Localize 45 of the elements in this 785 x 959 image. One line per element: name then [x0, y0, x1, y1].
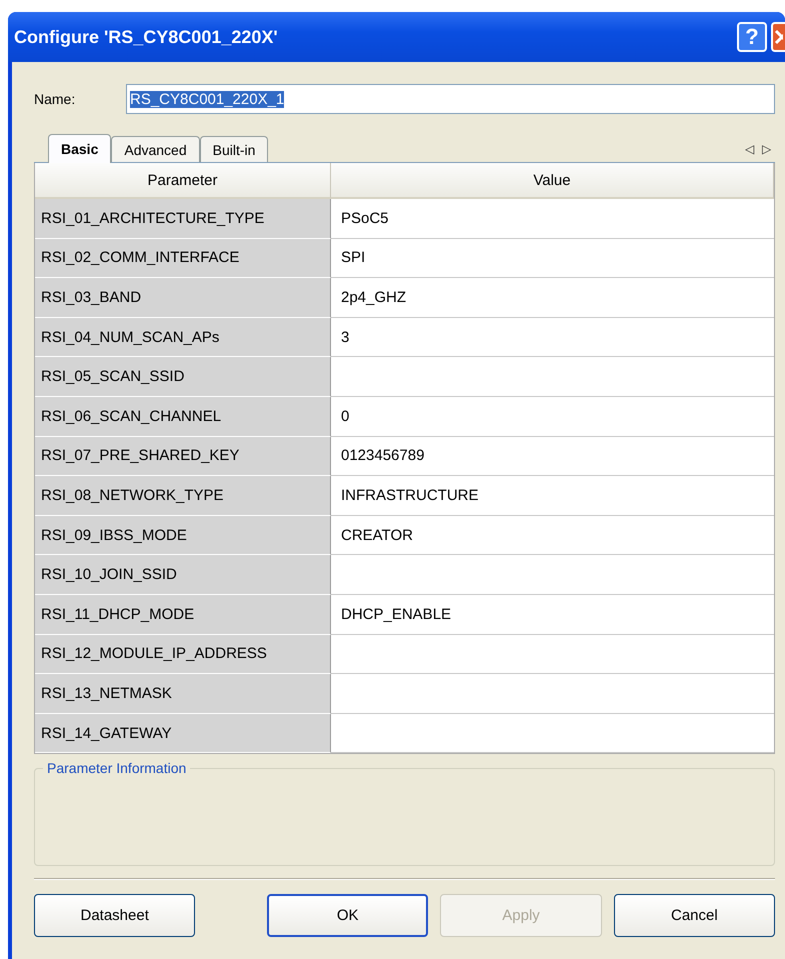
parameter-cell: RSI_06_SCAN_CHANNEL [35, 396, 331, 437]
value-cell[interactable] [331, 555, 774, 595]
column-header[interactable]: Parameter [35, 163, 331, 199]
value-cell[interactable]: 2p4_GHZ [331, 278, 774, 318]
close-button[interactable] [771, 22, 785, 52]
parameter-cell: RSI_03_BAND [35, 278, 331, 318]
scroll-left-button[interactable]: ◁ [741, 142, 758, 156]
scroll-right-button[interactable]: ▷ [758, 142, 775, 156]
help-button[interactable]: ? [737, 22, 767, 52]
parameter-cell: RSI_14_GATEWAY [35, 714, 331, 754]
parameter-cell: RSI_12_MODULE_IP_ADDRESS [35, 634, 331, 674]
group-title: Parameter Information [46, 760, 188, 776]
parameter-cell: RSI_09_IBSS_MODE [35, 516, 331, 556]
value-cell[interactable]: INFRASTRUCTURE [331, 476, 774, 516]
parameter-cell: RSI_07_PRE_SHARED_KEY [35, 436, 331, 476]
parameter-cell: RSI_04_NUM_SCAN_APs [35, 318, 331, 358]
parameter-cell: RSI_11_DHCP_MODE [35, 594, 331, 635]
value-cell[interactable]: CREATOR [331, 516, 774, 556]
parameter-cell: RSI_01_ARCHITECTURE_TYPE [35, 199, 331, 239]
tab[interactable]: Built-in [200, 136, 268, 162]
parameter-cell: RSI_05_SCAN_SSID [35, 357, 331, 397]
column-header[interactable]: Value [331, 163, 774, 199]
dialog-button[interactable]: Datasheet [34, 894, 196, 938]
tab[interactable]: Basic [48, 134, 112, 163]
close-icon [773, 28, 783, 46]
window-title: Configure 'RS_CY8C001_220X' [14, 26, 279, 48]
name-field[interactable]: RS_CY8C001_220X_1 [126, 84, 775, 114]
value-cell[interactable]: SPI [331, 238, 774, 278]
value-cell[interactable]: DHCP_ENABLE [331, 594, 774, 635]
name-label: Name: [34, 91, 76, 107]
dialog-button[interactable]: OK [267, 894, 428, 938]
value-cell[interactable]: 3 [331, 318, 774, 358]
value-cell[interactable] [331, 357, 774, 397]
value-cell[interactable]: PSoC5 [331, 199, 774, 239]
parameter-cell: RSI_08_NETWORK_TYPE [35, 476, 331, 516]
value-cell[interactable] [331, 714, 774, 754]
value-cell[interactable]: 0 [331, 396, 774, 437]
value-cell[interactable] [331, 674, 774, 714]
parameter-cell: RSI_13_NETMASK [35, 674, 331, 714]
dialog-button[interactable]: Cancel [614, 894, 776, 938]
tab[interactable]: Advanced [111, 136, 200, 162]
value-cell[interactable]: 0123456789 [331, 436, 774, 476]
parameter-cell: RSI_02_COMM_INTERFACE [35, 238, 331, 278]
value-cell[interactable] [331, 634, 774, 674]
parameter-cell: RSI_10_JOIN_SSID [35, 555, 331, 595]
